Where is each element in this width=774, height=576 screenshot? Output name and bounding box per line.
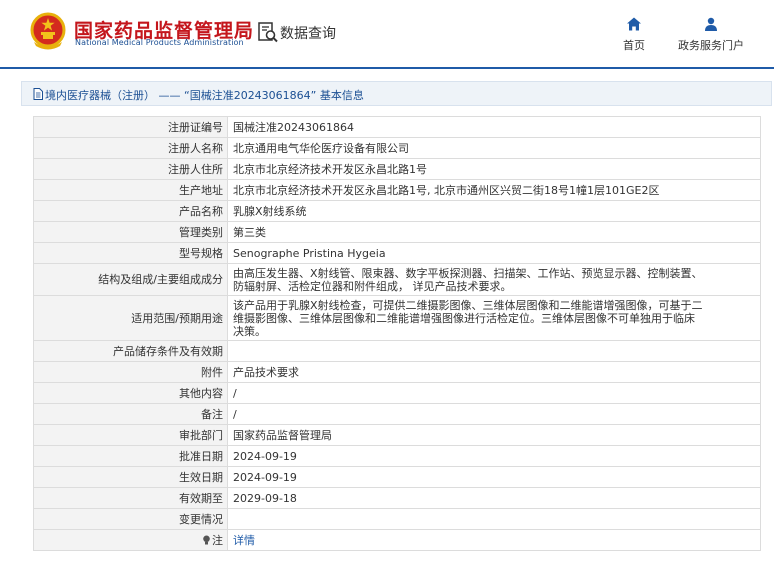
table-row: 管理类别 第三类: [33, 221, 761, 243]
national-emblem-icon: [30, 12, 66, 50]
details-link[interactable]: 详情: [233, 534, 255, 547]
table-row: 审批部门 国家药品监督管理局: [33, 424, 761, 446]
breadcrumb-text: 境内医疗器械（注册） —— “国械注准20243061864” 基本信息: [45, 89, 364, 102]
row-value: /: [227, 382, 761, 404]
row-value: 乳腺X射线系统: [227, 200, 761, 222]
row-value: 由高压发生器、X射线管、限束器、数字平板探测器、扫描架、工作站、预览显示器、控制…: [227, 263, 761, 296]
row-label: 注册证编号: [33, 116, 228, 138]
nav-home-button[interactable]: 首页: [612, 14, 656, 58]
table-row: 生效日期 2024-09-19: [33, 466, 761, 488]
row-label: 适用范围/预期用途: [33, 295, 228, 341]
table-row: 变更情况: [33, 508, 761, 530]
row-label: 管理类别: [33, 221, 228, 243]
search-document-icon[interactable]: [257, 21, 279, 43]
row-label: 产品储存条件及有效期: [33, 340, 228, 362]
row-label-note: 注: [33, 529, 228, 551]
row-label: 注册人名称: [33, 137, 228, 159]
table-row: 备注 /: [33, 403, 761, 425]
user-icon: [705, 17, 717, 31]
row-value: 2029-09-18: [227, 487, 761, 509]
row-label: 有效期至: [33, 487, 228, 509]
row-label: 批准日期: [33, 445, 228, 467]
lightbulb-icon: [203, 535, 210, 544]
row-label: 附件: [33, 361, 228, 383]
site-subtitle: National Medical Products Administration: [75, 38, 244, 47]
row-value: 第三类: [227, 221, 761, 243]
row-value: [227, 340, 761, 362]
row-value: 北京市北京经济技术开发区永昌北路1号, 北京市通州区兴贸二街18号1幢1层101…: [227, 179, 761, 201]
row-value: 北京通用电气华伦医疗设备有限公司: [227, 137, 761, 159]
row-label: 生效日期: [33, 466, 228, 488]
row-value: 国械注准20243061864: [227, 116, 761, 138]
nav-portal-label: 政务服务门户: [678, 39, 744, 52]
table-row: 注册证编号 国械注准20243061864: [33, 116, 761, 138]
table-row: 产品储存条件及有效期: [33, 340, 761, 362]
data-query-link[interactable]: 数据查询: [280, 23, 336, 43]
table-row: 其他内容 /: [33, 382, 761, 404]
row-label: 其他内容: [33, 382, 228, 404]
row-label: 变更情况: [33, 508, 228, 530]
row-value-line: 维摄影图像、三维体层图像和二维能谱增强图像进行活检定位。三维体层图像不可单独用于…: [233, 311, 695, 325]
row-label: 审批部门: [33, 424, 228, 446]
table-row: 有效期至 2029-09-18: [33, 487, 761, 509]
row-value: 国家药品监督管理局: [227, 424, 761, 446]
row-label: 结构及组成/主要组成成分: [33, 263, 228, 296]
header-divider: [0, 67, 774, 69]
site-header: 国家药品监督管理局 National Medical Products Admi…: [0, 0, 774, 69]
row-value: 2024-09-19: [227, 466, 761, 488]
table-row: 生产地址 北京市北京经济技术开发区永昌北路1号, 北京市通州区兴贸二街18号1幢…: [33, 179, 761, 201]
row-value-line: 防辐射屏、活检定位器和附件组成， 详见产品技术要求。: [233, 279, 512, 293]
row-value-line: 决策。: [233, 324, 266, 338]
table-row: 结构及组成/主要组成成分 由高压发生器、X射线管、限束器、数字平板探测器、扫描架…: [33, 263, 761, 296]
table-row: 注册人住所 北京市北京经济技术开发区永昌北路1号: [33, 158, 761, 180]
row-value: /: [227, 403, 761, 425]
nav-home-label: 首页: [623, 39, 645, 52]
breadcrumb: 境内医疗器械（注册） —— “国械注准20243061864” 基本信息: [21, 81, 772, 106]
row-value-line: 该产品用于乳腺X射线检查，可提供二维摄影图像、三维体层图像和二维能谱增强图像，可…: [233, 298, 703, 312]
row-value: 详情: [227, 529, 761, 551]
table-row: 附件 产品技术要求: [33, 361, 761, 383]
row-value: 2024-09-19: [227, 445, 761, 467]
row-label: 注册人住所: [33, 158, 228, 180]
row-value: [227, 508, 761, 530]
table-row: 产品名称 乳腺X射线系统: [33, 200, 761, 222]
row-label: 生产地址: [33, 179, 228, 201]
row-value-line: 由高压发生器、X射线管、限束器、数字平板探测器、扫描架、工作站、预览显示器、控制…: [233, 266, 703, 280]
table-row: 注 详情: [33, 529, 761, 551]
note-label: 注: [212, 533, 223, 547]
row-label: 型号规格: [33, 242, 228, 264]
row-label: 备注: [33, 403, 228, 425]
row-label: 产品名称: [33, 200, 228, 222]
home-icon: [627, 17, 641, 31]
row-value: Senographe Pristina Hygeia: [227, 242, 761, 264]
nav-portal-button[interactable]: 政务服务门户: [672, 14, 750, 58]
detail-table: 注册证编号 国械注准20243061864 注册人名称 北京通用电气华伦医疗设备…: [33, 116, 761, 551]
table-row: 型号规格 Senographe Pristina Hygeia: [33, 242, 761, 264]
row-value: 产品技术要求: [227, 361, 761, 383]
table-row: 注册人名称 北京通用电气华伦医疗设备有限公司: [33, 137, 761, 159]
table-row: 批准日期 2024-09-19: [33, 445, 761, 467]
row-value: 北京市北京经济技术开发区永昌北路1号: [227, 158, 761, 180]
row-value: 该产品用于乳腺X射线检查，可提供二维摄影图像、三维体层图像和二维能谱增强图像，可…: [227, 295, 761, 341]
document-icon: [33, 88, 43, 100]
table-row: 适用范围/预期用途 该产品用于乳腺X射线检查，可提供二维摄影图像、三维体层图像和…: [33, 295, 761, 341]
